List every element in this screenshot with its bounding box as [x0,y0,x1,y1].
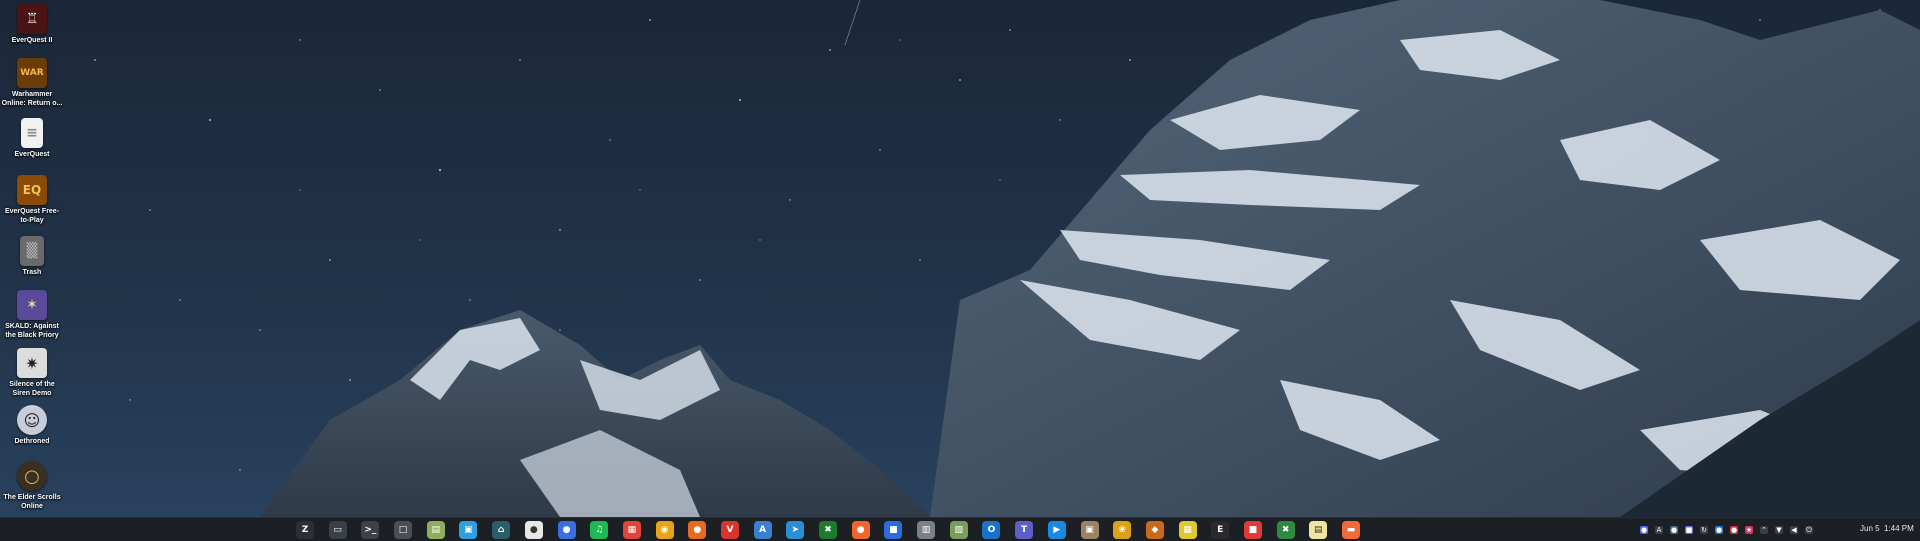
taskbar-app-firefox-icon[interactable]: ● [688,521,707,539]
taskbar-app-software-store-icon[interactable]: ▣ [459,521,478,539]
taskbar-app-headset-icon[interactable]: ⌂ [492,521,511,539]
taskbar-app-disks-icon[interactable]: ▥ [917,521,936,539]
tray-star-icon[interactable]: ★ [1745,526,1753,534]
taskbar-app-spotify-icon[interactable]: ♫ [590,521,609,539]
desktop-icon-label: The Elder Scrolls Online [3,494,61,510]
tray-expand-icon[interactable]: ⌃ [1760,526,1768,534]
desktop-icon-warhammer-online[interactable]: WAR Warhammer Online: Return o... [0,58,64,108]
taskbar-app-lutris-icon[interactable]: ❀ [1113,521,1132,539]
tray-sync-icon[interactable]: ↻ [1700,526,1708,534]
tray-steam-icon[interactable]: ● [1670,526,1678,534]
taskbar-app-files-icon[interactable]: ▤ [426,521,445,539]
desktop-icon-label: Silence of the Siren Demo [9,381,55,397]
taskbar-app-telegram-icon[interactable]: ➤ [786,521,805,539]
taskbar-app-meet-icon[interactable]: ▶ [1047,521,1066,539]
desktop-icon-label: EverQuest II [11,37,53,44]
taskbar-app-notes-icon[interactable]: ▤ [1309,521,1328,539]
taskbar-app-outlook-icon[interactable]: O [982,521,1001,539]
taskbar-app-xbox-icon[interactable]: ✖ [819,521,837,539]
trash-icon: ▒ [20,236,44,266]
desktop-icon-label: EverQuest [14,151,50,158]
silence-of-the-siren-icon: ✷ [17,348,47,378]
taskbar-app-signal-icon[interactable]: ● [557,521,576,539]
skald-icon: ✶ [17,290,47,320]
tray-a-icon[interactable]: A [1655,526,1663,534]
everquest-free-to-play-icon: EQ [17,175,47,205]
desktop-icon-label: EverQuest Free-to-Play [4,208,60,224]
tray-power-icon[interactable]: ⏻ [1805,526,1813,534]
desktop-icon-silence-of-the-siren[interactable]: ✷ Silence of the Siren Demo [0,348,64,398]
taskbar-app-itch-icon[interactable]: ■ [1243,521,1262,539]
tray-record-icon[interactable]: ● [1730,526,1738,534]
taskbar-app-teams-icon[interactable]: T [1015,521,1034,539]
desktop-icon-everquest-ii[interactable]: ♖ EverQuest II [0,4,64,45]
desktop-icon-trash[interactable]: ▒ Trash [0,236,64,277]
taskbar-app-heroic-icon[interactable]: ◆ [1145,521,1164,539]
tray-volume-icon[interactable]: ◀ [1790,526,1798,534]
taskbar-app-bottles-icon[interactable]: ▦ [1178,521,1197,539]
tray-discord-icon[interactable]: ● [1640,526,1648,534]
taskbar-app-list: Z ▭ >_ □ ▤ ▣ ⌂ ● ● ♫ ▦ ◉ ● V A ➤ ✖ ● ■ ▥ ▧ O T ▶ ▣ ❀ ◆ ▦ E ■ ✖ ▤ ▬ [296,520,1375,540]
desktop-icon-dethroned[interactable]: ☺ Dethroned [0,405,64,446]
taskbar-app-chrome-icon[interactable]: ◉ [655,521,674,539]
desktop-icon-everquest-free-to-play[interactable]: EQ EverQuest Free-to-Play [0,175,64,225]
taskbar-app-archive-icon[interactable]: ▣ [1080,521,1099,539]
desktop-icon-skald[interactable]: ✶ SKALD: Against the Black Priory [0,290,64,340]
tray-update-icon[interactable]: ● [1715,526,1723,534]
warhammer-online-icon: WAR [17,58,47,88]
desktop-icon-label: SKALD: Against the Black Priory [5,323,59,339]
taskbar-app-appimage-icon[interactable]: A [753,521,772,539]
taskbar-app-zoom-icon[interactable]: ■ [884,521,903,539]
taskbar-app-terminal-icon[interactable]: >_ [361,521,380,539]
dethroned-icon: ☺ [17,405,47,435]
taskbar-app-image-viewer-icon[interactable]: ▧ [949,521,968,539]
taskbar-app-workspaces-icon[interactable]: ▭ [328,521,347,539]
taskbar-app-epic-icon[interactable]: E [1211,521,1230,539]
clock-time[interactable]: 1:44 PM [1884,524,1914,533]
desktop-icon-label: Trash [22,269,42,276]
desktop-icon-label: Warhammer Online: Return o... [1,91,63,107]
system-tray: ● A ● ■ ↻ ● ● ★ ⌃ ▼ ◀ ⏻ [1640,523,1820,537]
taskbar-app-vivaldi-icon[interactable]: V [720,521,739,539]
taskbar-app-calendar-icon[interactable]: ▦ [622,521,641,539]
tray-wifi-icon[interactable]: ▼ [1775,526,1783,534]
taskbar-app-postman-icon[interactable]: ● [851,521,870,539]
desktop-icon-elder-scrolls-online[interactable]: ○ The Elder Scrolls Online [0,461,64,511]
clock-date[interactable]: Jun 5 [1860,524,1880,533]
tray-teams-icon[interactable]: ■ [1685,526,1693,534]
taskbar-app-xbox-2-icon[interactable]: ✖ [1276,521,1295,539]
everquest-ii-icon: ♖ [17,4,47,34]
document-icon: ≡ [21,118,43,148]
taskbar-app-zorin-menu-icon[interactable]: Z [296,521,314,539]
elder-scrolls-online-icon: ○ [17,461,47,491]
desktop-icon-everquest[interactable]: ≡ EverQuest [0,118,64,159]
desktop-icon-label: Dethroned [14,438,50,445]
desktop-wallpaper [0,0,1920,540]
taskbar-app-clipboard-icon[interactable]: □ [394,521,413,539]
taskbar-app-chat-app-icon[interactable]: ● [524,521,543,539]
taskbar: Z ▭ >_ □ ▤ ▣ ⌂ ● ● ♫ ▦ ◉ ● V A ➤ ✖ ● ■ ▥ ▧ O T ▶ ▣ ❀ ◆ ▦ E ■ ✖ ▤ ▬ ● A ● ■ ↻… [0,517,1920,541]
taskbar-app-presentation-icon[interactable]: ▬ [1342,521,1360,539]
